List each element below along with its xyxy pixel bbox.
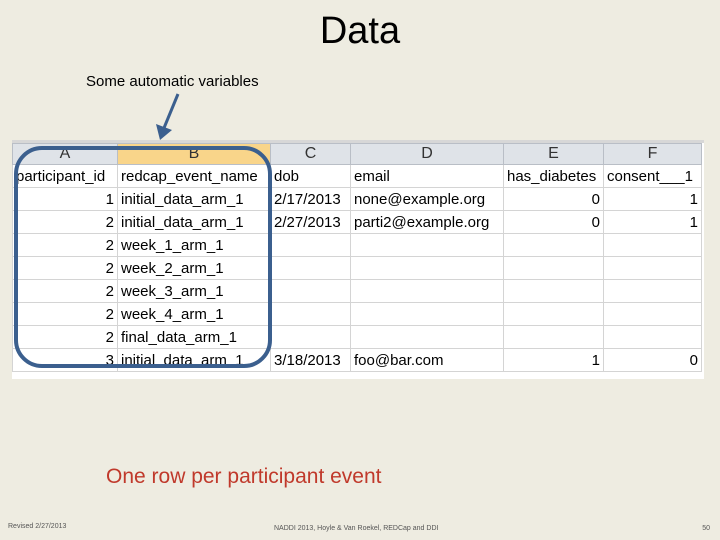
table-cell[interactable] [503,279,604,303]
table-cell[interactable]: 2/27/2013 [270,210,351,234]
table-cell[interactable] [603,233,702,257]
caption-text: One row per participant event [106,465,382,488]
table-cell[interactable] [503,325,604,349]
table-cell[interactable]: consent___1 [603,164,702,188]
table-cell[interactable] [350,256,504,280]
slide-title: Data [319,10,401,52]
table-cell[interactable]: parti2@example.org [350,210,504,234]
column-header-c[interactable]: C [270,143,351,165]
table-cell[interactable] [350,302,504,326]
table-cell[interactable]: 1 [503,348,604,372]
table-cell[interactable] [503,256,604,280]
annotation-label: Some automatic variables [86,73,259,90]
table-cell[interactable]: 0 [503,187,604,211]
table-cell[interactable] [603,256,702,280]
table-cell[interactable] [270,279,351,303]
highlight-oval [14,146,272,368]
table-cell[interactable]: 3/18/2013 [270,348,351,372]
column-header-e[interactable]: E [503,143,604,165]
table-cell[interactable] [270,302,351,326]
table-cell[interactable] [503,302,604,326]
column-header-f[interactable]: F [603,143,702,165]
table-cell[interactable] [270,233,351,257]
table-cell[interactable] [270,325,351,349]
table-cell[interactable] [503,233,604,257]
table-cell[interactable]: 2/17/2013 [270,187,351,211]
table-cell[interactable]: none@example.org [350,187,504,211]
table-cell[interactable]: 1 [603,210,702,234]
column-header-d[interactable]: D [350,143,504,165]
table-cell[interactable]: 0 [503,210,604,234]
footer-citation: NADDI 2013, Hoyle & Van Roekel, REDCap a… [274,525,439,532]
footer-revised-date: Revised 2/27/2013 [8,523,67,530]
table-cell[interactable]: 0 [603,348,702,372]
table-cell[interactable] [350,279,504,303]
table-cell[interactable]: dob [270,164,351,188]
table-cell[interactable] [603,279,702,303]
table-cell[interactable]: email [350,164,504,188]
table-cell[interactable] [603,302,702,326]
table-cell[interactable] [603,325,702,349]
table-cell[interactable] [350,325,504,349]
arrow-icon [156,93,180,140]
table-cell[interactable]: foo@bar.com [350,348,504,372]
table-cell[interactable]: 1 [603,187,702,211]
footer-page-number: 50 [702,525,710,532]
table-cell[interactable]: has_diabetes [503,164,604,188]
table-cell[interactable] [270,256,351,280]
table-cell[interactable] [350,233,504,257]
